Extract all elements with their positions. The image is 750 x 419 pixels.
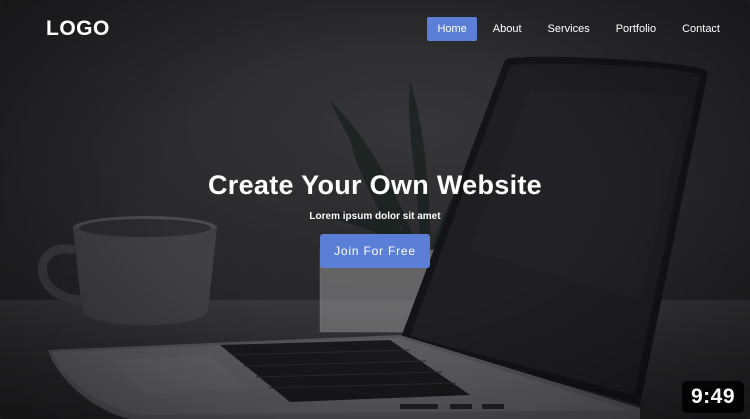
nav-item-services[interactable]: Services: [538, 17, 600, 41]
nav-item-contact[interactable]: Contact: [672, 17, 730, 41]
nav-menu: Home About Services Portfolio Contact: [427, 17, 730, 41]
video-thumbnail[interactable]: LOGO Home About Services Portfolio Conta…: [0, 0, 750, 419]
nav-item-portfolio[interactable]: Portfolio: [606, 17, 666, 41]
hero-section: Create Your Own Website Lorem ipsum dolo…: [0, 170, 750, 268]
video-duration-badge: 9:49: [681, 381, 744, 413]
nav-item-about[interactable]: About: [483, 17, 532, 41]
top-nav: LOGO Home About Services Portfolio Conta…: [0, 0, 750, 60]
nav-item-home[interactable]: Home: [427, 17, 477, 41]
site-logo[interactable]: LOGO: [46, 17, 110, 41]
join-for-free-button[interactable]: Join For Free: [320, 234, 430, 268]
hero-title: Create Your Own Website: [208, 170, 542, 200]
hero-subtitle: Lorem ipsum dolor sit amet: [309, 211, 441, 222]
